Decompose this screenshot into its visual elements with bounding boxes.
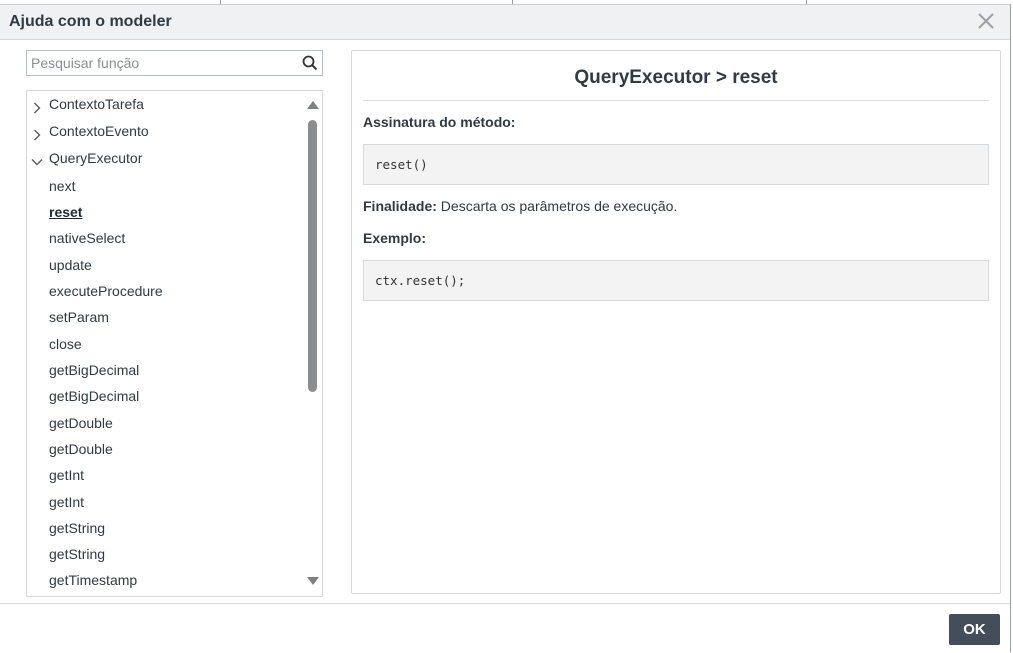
scroll-thumb[interactable] — [308, 120, 317, 392]
scroll-down-icon[interactable] — [307, 577, 319, 585]
tree-item-label: reset — [49, 204, 83, 220]
tree-item-label: ContextoEvento — [49, 123, 149, 139]
doc-panel: QueryExecutor > reset Assinatura do méto… — [351, 50, 1001, 594]
ok-button[interactable]: OK — [949, 614, 1000, 645]
search-input[interactable] — [27, 51, 297, 75]
tree-item-label: QueryExecutor — [49, 150, 143, 166]
tree-item-label: update — [49, 257, 92, 273]
tree-item-label: getString — [49, 546, 106, 562]
tree-item-label: ContextoTarefa — [49, 96, 144, 112]
help-dialog: Ajuda com o modeler ContextoTarefaContex… — [0, 4, 1011, 652]
tree-item-label: executeProcedure — [49, 283, 163, 299]
chevron-right-icon[interactable] — [31, 98, 43, 114]
tree-item-label: getDouble — [49, 415, 113, 431]
tree-item[interactable]: getInt — [27, 464, 303, 486]
scroll-up-icon[interactable] — [307, 101, 319, 109]
tree-item-label: getBigDecimal — [49, 388, 140, 404]
tree-item-label: next — [49, 178, 76, 194]
tree-item-label: nativeSelect — [49, 230, 126, 246]
chevron-down-icon[interactable] — [31, 152, 43, 166]
example-label: Exemplo: — [363, 230, 427, 246]
function-tree: ContextoTarefa ContextoEvento QueryExecuto… — [26, 90, 323, 597]
tree-group[interactable]: ContextoTarefa — [27, 93, 303, 115]
tree-item[interactable]: getBigDecimal — [27, 359, 303, 381]
tree-item[interactable]: executeProcedure — [27, 280, 303, 302]
tree-group[interactable]: ContextoEvento — [27, 120, 303, 142]
example-code: ctx.reset(); — [363, 260, 989, 301]
tree-item[interactable]: getTimestamp — [27, 569, 303, 591]
close-icon[interactable] — [976, 11, 996, 31]
tree-item[interactable]: getString — [27, 517, 303, 539]
tree-item[interactable]: next — [27, 175, 303, 197]
tree-item-label: getDouble — [49, 441, 113, 457]
dialog-title: Ajuda com o modeler — [9, 13, 172, 30]
purpose-text: Finalidade: Descarta os parâmetros de ex… — [363, 198, 677, 214]
doc-divider — [363, 100, 989, 101]
tree-item[interactable]: update — [27, 254, 303, 276]
tree-item[interactable]: close — [27, 333, 303, 355]
tree-item-label: close — [49, 336, 82, 352]
tree-item-label: getBigDecimal — [49, 362, 140, 378]
tree-item[interactable]: getDouble — [27, 438, 303, 460]
tree-item-label: getTimestamp — [49, 572, 138, 588]
doc-title: QueryExecutor > reset — [574, 67, 778, 88]
search-box — [26, 50, 323, 76]
tree-item[interactable]: getString — [27, 543, 303, 565]
purpose-value: Descarta os parâmetros de execução. — [436, 198, 678, 214]
tree-item[interactable]: getBigDecimal — [27, 385, 303, 407]
tree-item[interactable]: getInt — [27, 491, 303, 513]
tree-group[interactable]: QueryExecutor — [27, 147, 303, 169]
search-icon[interactable] — [302, 55, 318, 71]
tree-item[interactable]: nativeSelect — [27, 227, 303, 249]
chevron-right-icon[interactable] — [31, 125, 43, 141]
dialog-titlebar: Ajuda com o modeler — [0, 5, 1010, 40]
tree-item[interactable]: reset — [27, 201, 303, 223]
tree-item[interactable]: getDouble — [27, 412, 303, 434]
tree-item-label: getInt — [49, 494, 85, 510]
dialog-footer: OK — [0, 603, 1010, 653]
purpose-label: Finalidade: — [363, 198, 437, 214]
tree-scrollbar[interactable] — [302, 91, 322, 596]
signature-label: Assinatura do método: — [363, 114, 516, 130]
tree-item-label: getInt — [49, 467, 85, 483]
signature-code: reset() — [363, 144, 989, 185]
tree-item-label: setParam — [49, 309, 109, 325]
tree-item[interactable]: setParam — [27, 306, 303, 328]
tree-item-label: getString — [49, 520, 106, 536]
